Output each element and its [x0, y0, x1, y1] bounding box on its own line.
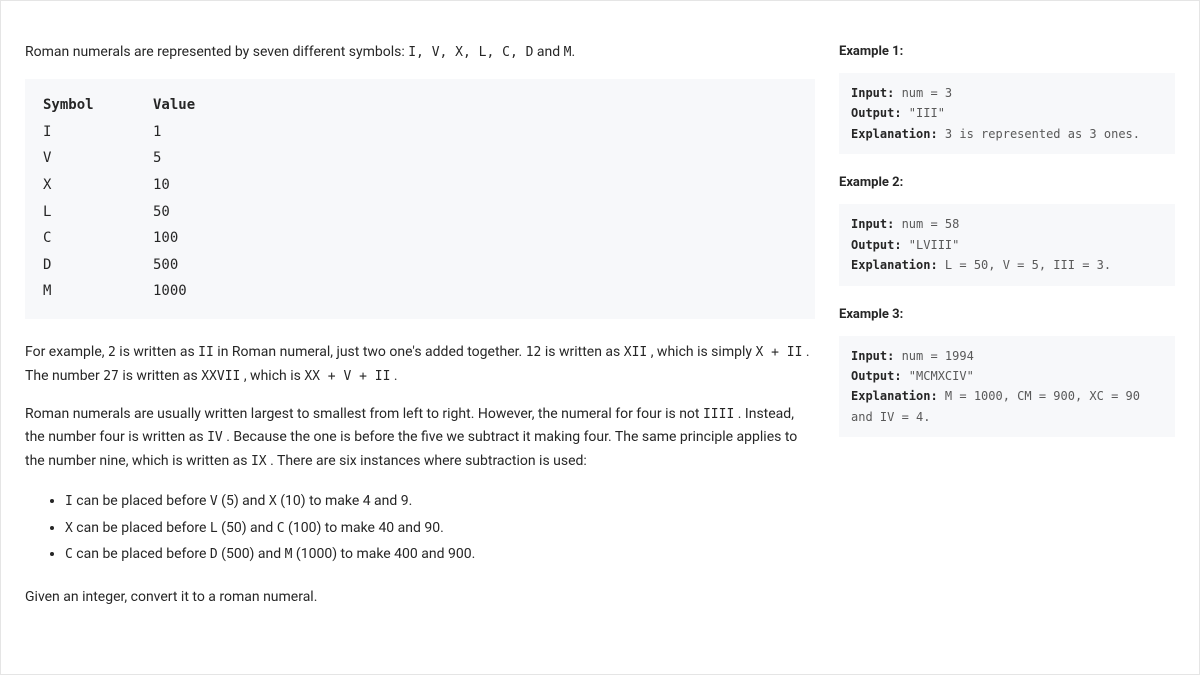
row-value: 1000	[153, 278, 797, 305]
example-label: Input:	[851, 86, 894, 100]
example-value: L = 50, V = 5, III = 3.	[938, 258, 1111, 272]
row-value: 10	[153, 172, 797, 199]
list-item: C can be placed before D (500) and M (10…	[65, 541, 815, 568]
example-value: num = 3	[894, 86, 952, 100]
table-header: Symbol Value	[43, 97, 797, 113]
row-value: 100	[153, 225, 797, 252]
problem-page: Roman numerals are represented by seven …	[0, 0, 1200, 675]
example-value: "III"	[902, 106, 945, 120]
example-label: Output:	[851, 106, 902, 120]
intro-text: Roman numerals are represented by seven …	[25, 44, 408, 60]
example-label: Output:	[851, 369, 902, 383]
example-title: Example 2:	[839, 172, 1175, 194]
example-block: Input: num = 1994 Output: "MCMXCIV" Explan…	[839, 336, 1175, 438]
row-value: 500	[153, 252, 797, 279]
table-row: C100	[43, 225, 797, 252]
table-row: M1000	[43, 278, 797, 305]
row-symbol: L	[43, 199, 153, 226]
example-value: "MCMXCIV"	[902, 369, 974, 383]
example-paragraph: For example, 2 is written as II in Roman…	[25, 341, 815, 389]
table-row: V5	[43, 145, 797, 172]
example-title: Example 1:	[839, 41, 1175, 63]
row-value: 1	[153, 119, 797, 146]
subtraction-paragraph: Roman numerals are usually written large…	[25, 403, 815, 474]
list-item: X can be placed before L (50) and C (100…	[65, 515, 815, 542]
description-column: Roman numerals are represented by seven …	[25, 41, 815, 654]
row-symbol: I	[43, 119, 153, 146]
task-paragraph: Given an integer, convert it to a roman …	[25, 586, 815, 610]
example-label: Input:	[851, 217, 894, 231]
intro-period: .	[571, 44, 575, 60]
example-value: num = 1994	[894, 349, 973, 363]
header-symbol: Symbol	[43, 97, 153, 113]
symbol-table: Symbol Value I1V5X10L50C100D500M1000	[25, 79, 815, 319]
row-value: 50	[153, 199, 797, 226]
row-symbol: V	[43, 145, 153, 172]
intro-and: and	[533, 44, 563, 60]
examples-column: Example 1: Input: num = 3 Output: "III" Exp…	[839, 41, 1175, 654]
row-symbol: C	[43, 225, 153, 252]
intro-paragraph: Roman numerals are represented by seven …	[25, 41, 815, 65]
rules-list: I can be placed before V (5) and X (10) …	[25, 488, 815, 568]
example-label: Explanation:	[851, 127, 938, 141]
list-item: I can be placed before V (5) and X (10) …	[65, 488, 815, 515]
row-value: 5	[153, 145, 797, 172]
example-label: Explanation:	[851, 258, 938, 272]
table-row: I1	[43, 119, 797, 146]
example-value: "LVIII"	[902, 238, 960, 252]
example-title: Example 3:	[839, 304, 1175, 326]
row-symbol: D	[43, 252, 153, 279]
intro-symbols: I, V, X, L, C, D	[408, 45, 533, 60]
example-value: 3 is represented as 3 ones.	[938, 127, 1140, 141]
example-label: Input:	[851, 349, 894, 363]
example-label: Explanation:	[851, 389, 938, 403]
header-value: Value	[153, 97, 797, 113]
table-row: X10	[43, 172, 797, 199]
example-block: Input: num = 58 Output: "LVIII" Explanatio…	[839, 204, 1175, 285]
row-symbol: M	[43, 278, 153, 305]
table-row: L50	[43, 199, 797, 226]
table-row: D500	[43, 252, 797, 279]
example-block: Input: num = 3Output: "III"Explanation: …	[839, 73, 1175, 154]
example-value: num = 58	[894, 217, 959, 231]
row-symbol: X	[43, 172, 153, 199]
example-label: Output:	[851, 238, 902, 252]
